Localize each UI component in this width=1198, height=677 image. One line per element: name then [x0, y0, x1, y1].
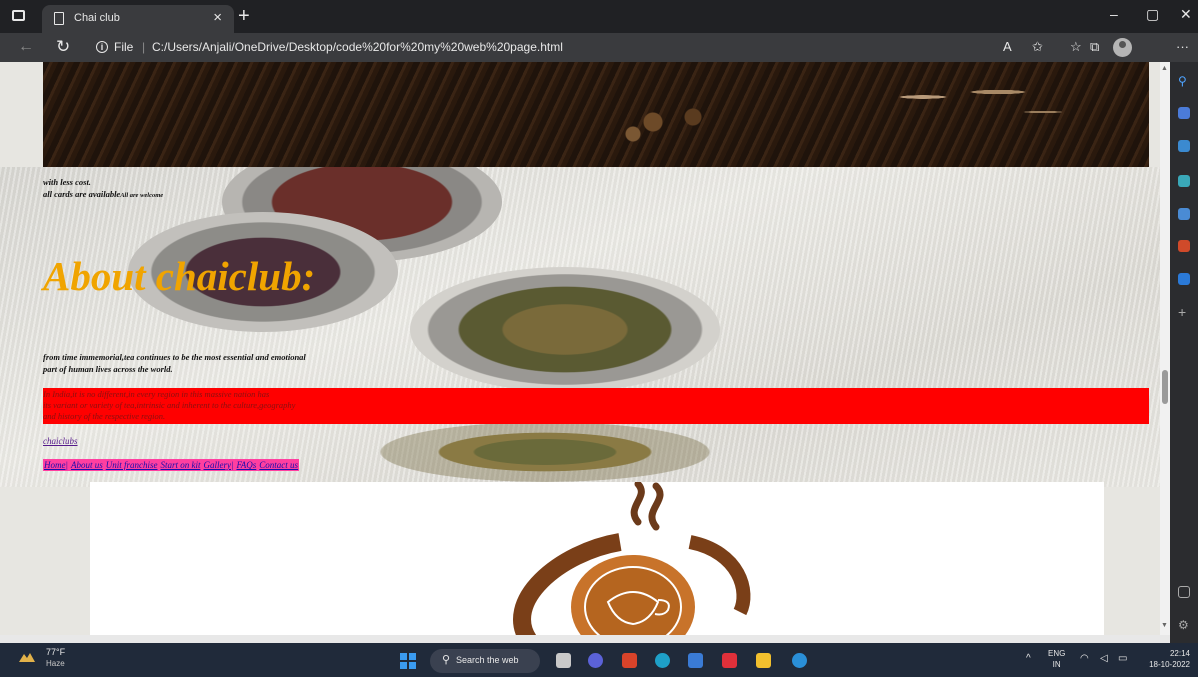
address-bar: ← ↻ i File | C:/Users/Anjali/OneDrive/De… [0, 33, 1198, 62]
outlook-icon[interactable] [1178, 273, 1190, 285]
show-hidden-icons[interactable]: ^ [1026, 653, 1031, 664]
nav-start-on-kit[interactable]: Start on kit [160, 459, 200, 471]
page-icon [54, 12, 64, 25]
volume-icon[interactable]: ◁ [1100, 653, 1108, 664]
page-viewport: with less cost. all cards are availableA… [0, 62, 1160, 635]
add-icon[interactable]: + [1178, 305, 1190, 319]
read-aloud-icon[interactable]: A [1003, 39, 1012, 54]
clock[interactable]: 22:14 18-10-2022 [1136, 648, 1190, 670]
paragraph-line: part of human lives across the world. [43, 364, 173, 374]
nav-unit-franchise[interactable]: Unit franchise [106, 459, 158, 471]
search-label: Search the web [456, 655, 519, 665]
about-heading: About chaiclub: [43, 253, 316, 299]
discover-icon[interactable] [1178, 107, 1190, 119]
paragraph-line: and history of the respective region. [43, 411, 166, 421]
paragraph-line: from time immemorial,tea continues to be… [43, 352, 306, 362]
horizontal-scrollbar[interactable] [0, 635, 1170, 643]
wps-office-icon[interactable] [722, 653, 737, 668]
favorites-icon[interactable]: ☆ [1070, 39, 1082, 55]
language-code: ENG [1048, 649, 1066, 658]
hero-image [43, 62, 1149, 167]
mcafee-icon[interactable] [622, 653, 637, 668]
nav-contact-us[interactable]: Contact us [259, 459, 298, 471]
settings-icon[interactable]: ⚙ [1178, 618, 1190, 632]
intro-line: with less cost. [43, 177, 91, 187]
edge-icon[interactable] [655, 653, 670, 668]
separator: | [142, 40, 146, 54]
region-code: IN [1052, 660, 1061, 669]
task-view-icon[interactable] [556, 653, 571, 668]
chai-cup-logo [513, 480, 751, 635]
tab-actions-icon[interactable] [12, 10, 25, 21]
minimize-button[interactable]: – [1110, 6, 1118, 22]
intro-line: all cards are availableAll are welcome [43, 188, 163, 202]
nav-home[interactable]: Home| [44, 459, 68, 471]
battery-icon[interactable]: ▭ [1118, 653, 1127, 664]
file-explorer-icon[interactable] [756, 653, 771, 668]
refresh-button[interactable]: ↻ [56, 37, 70, 57]
tab-close-button[interactable]: × [213, 9, 222, 26]
back-button[interactable]: ← [18, 38, 34, 56]
office-icon[interactable] [1178, 240, 1190, 252]
favorites-add-icon[interactable]: ✩ [1032, 39, 1043, 55]
file-label: File [114, 40, 134, 54]
intro-text: with less cost. all cards are availableA… [43, 176, 163, 202]
welcome-text: All are welcome [120, 192, 164, 199]
start-button[interactable] [400, 653, 416, 669]
tea-tin-image [410, 267, 720, 392]
tools-icon[interactable] [1178, 175, 1190, 187]
cards-text: all cards are available [43, 189, 121, 199]
more-button[interactable]: ··· [1176, 39, 1189, 54]
shopping-icon[interactable] [1178, 140, 1190, 152]
taskbar: 77°F Haze ⚲ Search the web ^ ENG IN ◠ ◁ … [0, 643, 1198, 677]
chaiclubs-link[interactable]: chaiclubs [43, 436, 78, 446]
language-indicator[interactable]: ENG IN [1048, 648, 1065, 670]
info-icon[interactable]: i [96, 41, 108, 53]
new-tab-button[interactable]: + [238, 5, 250, 28]
search-icon[interactable]: ⚲ [1178, 74, 1190, 88]
nav-menu: Home| About us Unit franchise Start on k… [43, 459, 300, 471]
scroll-up-arrow[interactable]: ▲ [1161, 65, 1168, 72]
taskbar-search[interactable]: ⚲ Search the web [430, 649, 540, 673]
store-icon[interactable] [688, 653, 703, 668]
profile-icon[interactable] [1113, 38, 1132, 57]
weather-temperature[interactable]: 77°F [46, 647, 65, 657]
wifi-icon[interactable]: ◠ [1080, 653, 1089, 664]
edge-sidebar: ⚲ + ⚙ [1170, 62, 1198, 643]
vertical-scrollbar[interactable]: ▲ ▼ [1160, 62, 1170, 635]
loose-tea-image [380, 422, 710, 482]
url-field[interactable]: C:/Users/Anjali/OneDrive/Desktop/code%20… [152, 40, 563, 54]
vscode-icon[interactable] [792, 653, 807, 668]
tab-title: Chai club [74, 12, 120, 24]
nav-faqs[interactable]: FAQs [236, 459, 256, 471]
logo-panel [90, 480, 1104, 635]
restore-button[interactable]: ▢ [1146, 6, 1159, 23]
nav-gallery[interactable]: Gallery| [203, 459, 233, 471]
weather-description[interactable]: Haze [46, 659, 65, 668]
nav-about-us[interactable]: About us [71, 459, 103, 471]
games-icon[interactable] [1178, 208, 1190, 220]
browser-tab[interactable]: Chai club × [42, 5, 234, 33]
sidebar-hide-icon[interactable] [1178, 586, 1190, 598]
date: 18-10-2022 [1149, 660, 1190, 669]
collections-icon[interactable]: ⧉ [1090, 39, 1099, 55]
scrollbar-thumb[interactable] [1162, 370, 1168, 404]
time: 22:14 [1169, 649, 1190, 658]
chat-icon[interactable] [588, 653, 603, 668]
paragraph-line: its variant or variety of tea,intrinsic … [43, 400, 296, 410]
tab-bar: Chai club × + – ▢ ✕ [0, 0, 1198, 33]
close-window-button[interactable]: ✕ [1180, 6, 1192, 23]
paragraph-line: In India,it is no different,in every reg… [43, 389, 270, 399]
highlight-paragraph: In India,it is no different,in every reg… [43, 389, 295, 422]
about-paragraph: from time immemorial,tea continues to be… [43, 351, 306, 375]
weather-icon[interactable] [18, 649, 36, 663]
scroll-down-arrow[interactable]: ▼ [1161, 622, 1168, 629]
search-icon: ⚲ [442, 654, 451, 666]
